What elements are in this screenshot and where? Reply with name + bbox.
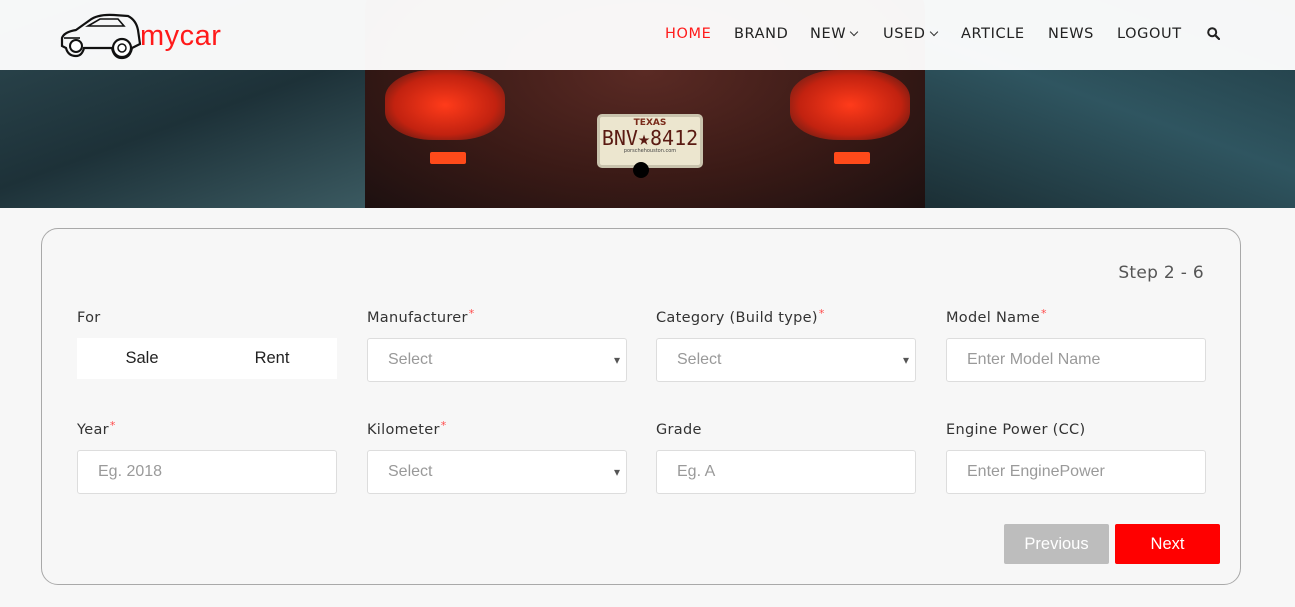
year-field[interactable] <box>77 450 337 494</box>
required-mark: * <box>440 419 447 432</box>
for-option-rent[interactable]: Rent <box>207 338 337 379</box>
manufacturer-label-text: Manufacturer <box>367 310 468 326</box>
tail-light-left <box>385 70 505 140</box>
step-indicator: Step 2 - 6 <box>1118 263 1204 283</box>
model-name-field[interactable] <box>946 338 1206 382</box>
category-select[interactable]: Select <box>656 338 916 382</box>
plate-number: BNV★8412 <box>601 126 699 150</box>
search-icon[interactable] <box>1207 27 1220 40</box>
license-plate: TEXAS BNV★8412 porschehouston.com <box>597 114 703 168</box>
nav-brand[interactable]: BRAND <box>734 26 788 42</box>
tail-light-right <box>790 70 910 140</box>
reflector-left <box>430 152 466 164</box>
car-logo-icon <box>60 13 142 60</box>
for-label: For <box>77 310 101 326</box>
for-toggle: Sale Rent <box>77 338 337 379</box>
nav-new[interactable]: NEW <box>810 26 859 42</box>
model-name-input[interactable] <box>967 340 1205 380</box>
site-header: mycar HOME BRAND NEW USED ARTICLE NEWS L… <box>0 0 1295 70</box>
kilometer-select[interactable]: Select <box>367 450 627 494</box>
category-label-text: Category (Build type) <box>656 310 818 326</box>
nav-used[interactable]: USED <box>883 26 938 42</box>
reflector-right <box>834 152 870 164</box>
model-name-label-text: Model Name <box>946 310 1040 326</box>
cursor-dot <box>633 162 649 178</box>
year-label: Year* <box>77 419 116 438</box>
category-label: Category (Build type)* <box>656 307 825 326</box>
required-mark: * <box>109 419 116 432</box>
nav-used-label: USED <box>883 26 926 42</box>
engine-power-field[interactable] <box>946 450 1206 494</box>
kilometer-label: Kilometer* <box>367 419 447 438</box>
manufacturer-select[interactable]: Select <box>367 338 627 382</box>
required-mark: * <box>468 307 475 320</box>
grade-field[interactable] <box>656 450 916 494</box>
year-input[interactable] <box>98 452 336 492</box>
nav-logout[interactable]: LOGOUT <box>1117 26 1182 42</box>
kilometer-label-text: Kilometer <box>367 422 440 438</box>
nav-article[interactable]: ARTICLE <box>961 26 1025 42</box>
nav-home[interactable]: HOME <box>665 26 711 42</box>
required-mark: * <box>1040 307 1047 320</box>
grade-label: Grade <box>656 422 702 438</box>
grade-input[interactable] <box>677 452 915 492</box>
chevron-down-icon <box>849 27 859 37</box>
previous-button[interactable]: Previous <box>1004 524 1109 564</box>
chevron-down-icon <box>929 27 938 37</box>
manufacturer-label: Manufacturer* <box>367 307 475 326</box>
required-mark: * <box>818 307 825 320</box>
model-name-label: Model Name* <box>946 307 1047 326</box>
logo-text[interactable]: mycar <box>140 20 221 53</box>
engine-power-input[interactable] <box>967 452 1205 492</box>
nav-new-label: NEW <box>810 26 847 42</box>
year-label-text: Year <box>77 422 109 438</box>
listing-form-card: Step 2 - 6 For Manufacturer* Category (B… <box>41 228 1241 585</box>
engine-power-label: Engine Power (CC) <box>946 422 1086 438</box>
for-option-sale[interactable]: Sale <box>77 338 207 379</box>
nav-news[interactable]: NEWS <box>1048 26 1094 42</box>
next-button[interactable]: Next <box>1115 524 1220 564</box>
